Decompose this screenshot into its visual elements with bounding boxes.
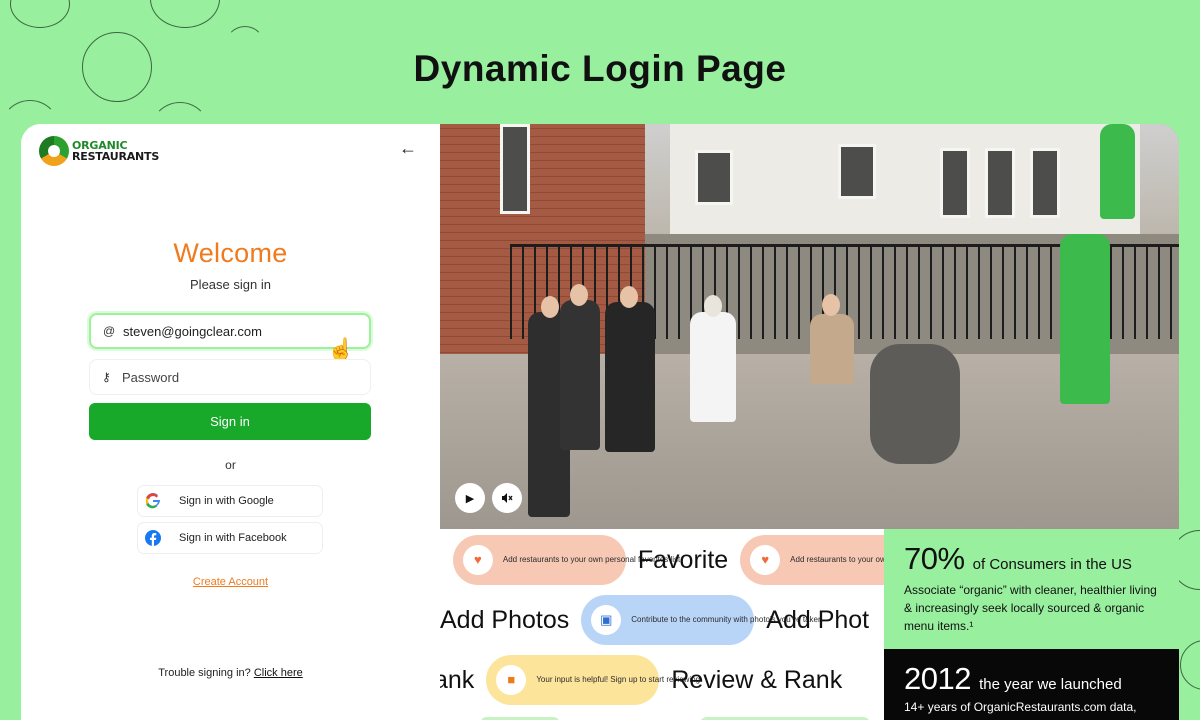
favorites-pill: ♥ Add restaurants to your own personal f…	[740, 535, 884, 585]
person-figure	[690, 312, 736, 422]
feature-row: Add Photos ▣ Contribute to the community…	[440, 595, 881, 645]
leaf-doodle-icon	[150, 0, 220, 28]
login-panel: ORGANIC RESTAURANTS ← Welcome Please sig…	[21, 124, 440, 720]
stat-number: 70%	[904, 541, 965, 576]
brand-logo: ORGANIC RESTAURANTS	[39, 136, 159, 166]
person-figure	[560, 300, 600, 450]
back-arrow-icon[interactable]: ←	[399, 138, 417, 159]
photos-pill: ▣ Contribute to the community with photo…	[581, 595, 822, 645]
person-figure	[810, 314, 854, 384]
review-pill: ■ Your input is helpful! Sign up to star…	[486, 655, 700, 705]
brand-line2: RESTAURANTS	[72, 150, 160, 163]
heart-icon: ♥	[462, 545, 493, 575]
signin-subtitle: Please sign in	[190, 277, 271, 292]
feature-row: te ♥ Add restaurants to your own persona…	[440, 535, 884, 585]
welcome-heading: Welcome	[173, 238, 288, 268]
brand-name: ORGANIC RESTAURANTS	[72, 140, 159, 162]
stat-headline: 70% of Consumers in the US	[904, 541, 1159, 577]
house-window	[695, 150, 733, 205]
at-sign-icon: @	[103, 324, 116, 338]
mute-icon[interactable]	[492, 483, 522, 513]
play-icon[interactable]: ▶	[455, 483, 485, 513]
stat-description: Associate “organic” with cleaner, health…	[904, 583, 1157, 633]
google-signin-button[interactable]: Sign in with Google	[137, 485, 323, 517]
stat-number: 2012	[904, 661, 971, 696]
person-head	[620, 286, 638, 308]
pill-text: Add restaurants to your own personal fav…	[790, 555, 884, 564]
person-head	[704, 295, 722, 317]
facebook-signin-label: Sign in with Facebook	[179, 532, 287, 544]
feature-word: Review & Rank	[671, 665, 843, 694]
trouble-signing-in: Trouble signing in? Click here	[21, 667, 440, 679]
house-window	[940, 148, 970, 218]
password-field[interactable]: ⚷ Password	[89, 359, 371, 395]
stat-caption: of Consumers in the US	[972, 556, 1132, 573]
person-head	[541, 296, 559, 318]
leaf-doodle-icon	[1180, 640, 1200, 690]
person-figure	[1060, 234, 1110, 404]
signin-button[interactable]: Sign in	[89, 403, 371, 440]
trouble-text: Trouble signing in?	[158, 667, 251, 679]
google-icon	[144, 492, 162, 510]
consumer-stat: 70% of Consumers in the US Associate “or…	[884, 529, 1179, 649]
page-title: Dynamic Login Page	[413, 48, 787, 89]
house-window	[838, 144, 876, 199]
feature-word: Favorite	[637, 545, 729, 574]
comment-icon: ■	[496, 665, 527, 695]
house-window	[1030, 148, 1060, 218]
feature-word: ank	[440, 665, 475, 694]
person-figure	[870, 344, 960, 464]
feature-row: ank ■ Your input is helpful! Sign up to …	[440, 655, 854, 705]
google-signin-label: Sign in with Google	[179, 495, 274, 507]
app-card: ORGANIC RESTAURANTS ← Welcome Please sig…	[21, 124, 1179, 720]
launch-stat: 2012 the year we launched 14+ years of O…	[884, 649, 1179, 720]
facebook-icon	[144, 529, 162, 547]
email-value: steven@goingclear.com	[123, 323, 262, 339]
white-house	[670, 124, 1140, 234]
feature-word: te	[440, 546, 441, 575]
favorites-pill: ♥ Add restaurants to your own personal f…	[452, 535, 680, 585]
person-figure	[605, 302, 655, 452]
person-figure	[1100, 124, 1135, 219]
feature-word: Add Phot	[766, 605, 870, 634]
leaf-doodle-icon	[10, 0, 70, 28]
person-head	[822, 294, 840, 316]
key-icon: ⚷	[102, 370, 111, 384]
house-window	[500, 124, 530, 214]
stat-caption: the year we launched	[979, 676, 1122, 693]
feature-word: Add Photos	[440, 605, 570, 634]
stat-description: 14+ years of OrganicRestaurants.com data…	[904, 700, 1137, 714]
feature-marquee: te ♥ Add restaurants to your own persona…	[440, 529, 884, 720]
person-head	[570, 284, 588, 306]
create-account-link[interactable]: Create Account	[21, 576, 440, 588]
password-placeholder: Password	[122, 369, 180, 385]
or-divider: or	[225, 458, 236, 472]
image-icon: ▣	[591, 605, 622, 635]
stat-headline: 2012 the year we launched	[904, 661, 1159, 697]
house-window	[985, 148, 1015, 218]
heart-icon: ♥	[750, 545, 781, 575]
trouble-click-here-link[interactable]: Click here	[254, 667, 303, 679]
facebook-signin-button[interactable]: Sign in with Facebook	[137, 522, 323, 554]
hero-video[interactable]: ▶	[440, 124, 1179, 529]
leaf-logo-icon	[39, 136, 69, 166]
